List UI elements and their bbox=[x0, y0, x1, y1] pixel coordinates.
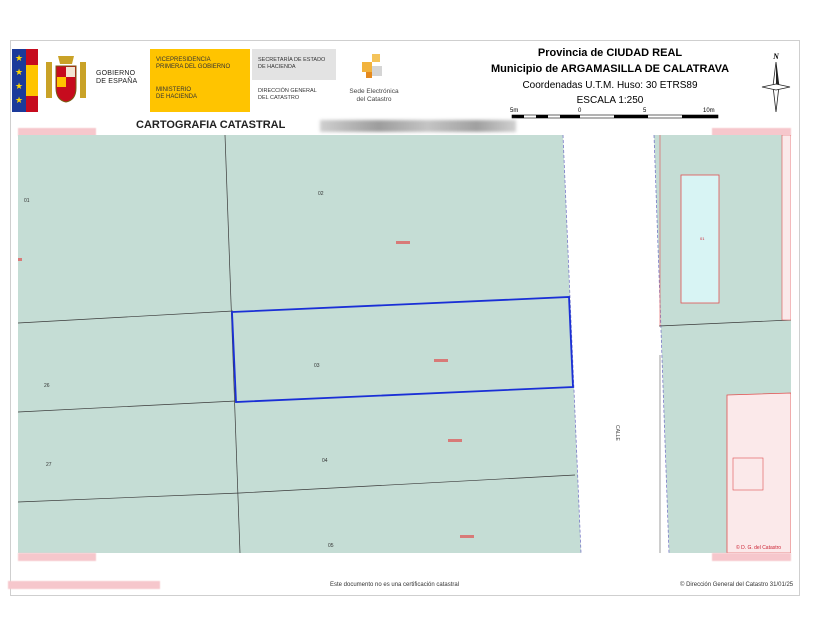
parcel-27-label: 27 bbox=[46, 462, 52, 468]
min-line-2: DE HACIENDA bbox=[156, 94, 198, 100]
sede-line-1: Sede Electrónica bbox=[349, 88, 399, 95]
sede-line-2: del Catastro bbox=[356, 95, 392, 103]
sede-text: Sede Electrónica del Catastro bbox=[342, 88, 406, 103]
cartography-title: CARTOGRAFIA CATASTRAL bbox=[136, 119, 286, 131]
gov-line-1: GOBIERNO bbox=[96, 70, 136, 77]
coat-of-arms-icon bbox=[46, 56, 86, 103]
parcel-03-label: 03 bbox=[314, 363, 320, 369]
redacted-bar-bottom-left bbox=[18, 553, 96, 561]
footer-disclaimer: Este documento no es una certificación c… bbox=[330, 582, 460, 588]
dgc-line-1: DIRECCIÓN GENERAL bbox=[258, 88, 317, 94]
sec-line-1: SECRETARÍA DE ESTADO bbox=[258, 57, 326, 63]
min-line-1: MINISTERIO bbox=[156, 87, 192, 93]
province-title: Provincia de CIUDAD REAL bbox=[537, 47, 683, 59]
sec-line-2: DE HACIENDA bbox=[258, 64, 296, 70]
parcel-04-label: 04 bbox=[322, 458, 328, 464]
coordinates-label: Coordenadas U.T.M. Huso: 30 ETRS89 bbox=[522, 80, 698, 91]
parcel-05-label: 05 bbox=[328, 543, 334, 549]
map-background bbox=[18, 135, 791, 553]
red-parcel bbox=[726, 392, 791, 553]
north-label: N bbox=[772, 52, 780, 61]
street-label: CALLE bbox=[614, 425, 620, 442]
government-name: GOBIERNO DE ESPAÑA bbox=[96, 70, 137, 86]
parcel-02-label: 02 bbox=[318, 191, 324, 197]
scale-five-label: 5 bbox=[643, 108, 647, 114]
cadastral-map: 01 02 03 04 05 26 27 01 CALLE © D. G. de… bbox=[18, 135, 791, 553]
street bbox=[563, 135, 669, 553]
redacted-reference bbox=[320, 120, 516, 132]
redacted-bar-bottom-right bbox=[712, 553, 791, 561]
dgc-box: DIRECCIÓN GENERAL DEL CATASTRO bbox=[252, 82, 336, 112]
vp-line-1: VICEPRESIDENCIA bbox=[156, 57, 211, 63]
parcel-26-label: 26 bbox=[44, 383, 50, 389]
dgc-line-2: DEL CATASTRO bbox=[258, 95, 300, 101]
footer-credit: © Dirección General del Catastro 31/01/2… bbox=[680, 582, 794, 588]
municipality-title: Municipio de ARGAMASILLA DE CALATRAVA bbox=[490, 63, 730, 75]
scale-zero-label: 0 bbox=[578, 108, 582, 114]
scale-bar: 5m 0 5 10m bbox=[510, 108, 719, 119]
north-arrow-icon: N bbox=[761, 52, 791, 113]
ministry-box: VICEPRESIDENCIA PRIMERA DEL GOBIERNO MIN… bbox=[150, 49, 250, 112]
secretariat-box: SECRETARÍA DE ESTADO DE HACIENDA bbox=[252, 49, 336, 80]
scale-left-label: 5m bbox=[510, 108, 518, 114]
sede-logo-icon bbox=[362, 54, 382, 78]
parcel-01-label: 01 bbox=[24, 198, 30, 204]
redacted-footer-left bbox=[8, 581, 160, 589]
right-parcel-label: 01 bbox=[700, 236, 705, 241]
map-copyright: © D. G. del Catastro bbox=[736, 544, 781, 551]
vp-line-2: PRIMERA DEL GOBIERNO bbox=[156, 64, 231, 70]
scale-right-label: 10m bbox=[703, 108, 715, 114]
eu-flag-strip: ★ ★ ★ ★ bbox=[12, 49, 26, 112]
gov-line-2: DE ESPAÑA bbox=[96, 78, 138, 85]
